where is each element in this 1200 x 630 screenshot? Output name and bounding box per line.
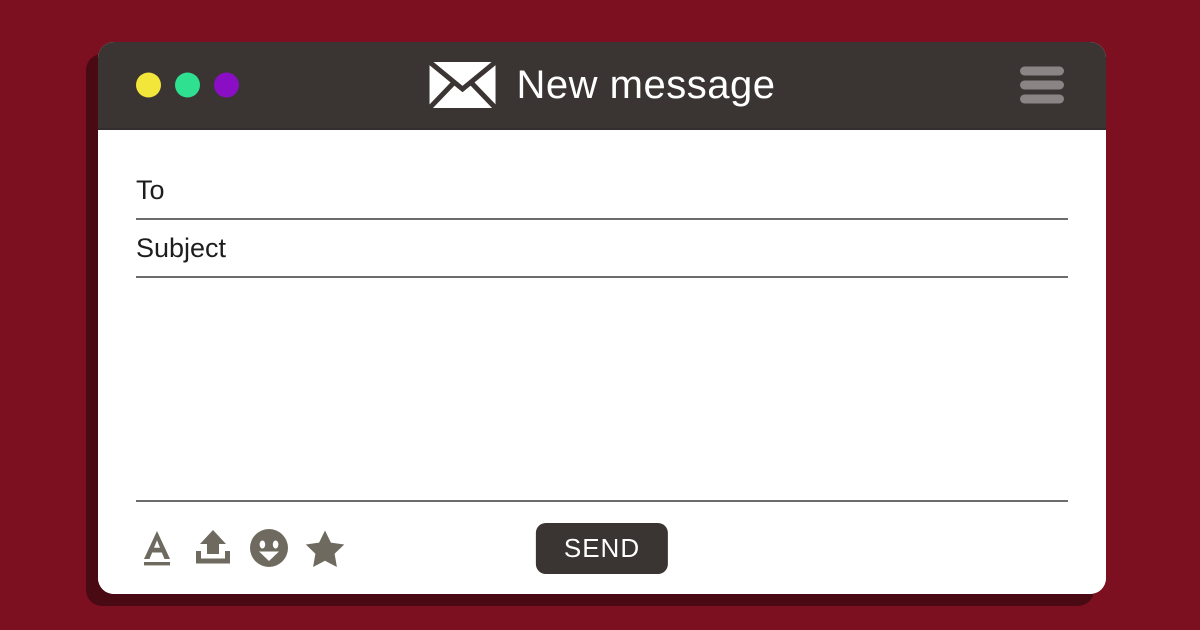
compose-tool-icons [136, 527, 346, 569]
window-dot-green[interactable] [175, 72, 200, 98]
text-format-icon[interactable] [136, 527, 178, 569]
message-body-input[interactable] [136, 278, 1068, 502]
send-button[interactable]: SEND [535, 522, 669, 574]
window-dot-yellow[interactable] [136, 72, 161, 98]
subject-field-row[interactable]: Subject [136, 220, 1068, 278]
envelope-icon [428, 61, 497, 109]
window-controls [136, 72, 239, 98]
to-field-row[interactable]: To [136, 162, 1068, 220]
page-title: New message [516, 63, 776, 107]
attach-upload-icon[interactable] [192, 527, 234, 569]
to-field-label: To [136, 174, 165, 205]
hamburger-menu-icon[interactable] [1020, 66, 1064, 104]
hamburger-bar [1020, 66, 1064, 76]
compose-body: To Subject SEND [98, 130, 1106, 594]
new-message-window: New message To Subject SEND [98, 42, 1106, 594]
subject-field-label: Subject [136, 232, 227, 263]
emoji-smiley-icon[interactable] [248, 527, 290, 569]
compose-toolbar: SEND [136, 502, 1068, 594]
window-title-group: New message [428, 61, 776, 109]
hamburger-bar [1020, 80, 1064, 90]
star-icon[interactable] [304, 527, 346, 569]
hamburger-bar [1020, 94, 1064, 104]
window-dot-purple[interactable] [214, 72, 239, 98]
window-titlebar: New message [98, 42, 1106, 130]
